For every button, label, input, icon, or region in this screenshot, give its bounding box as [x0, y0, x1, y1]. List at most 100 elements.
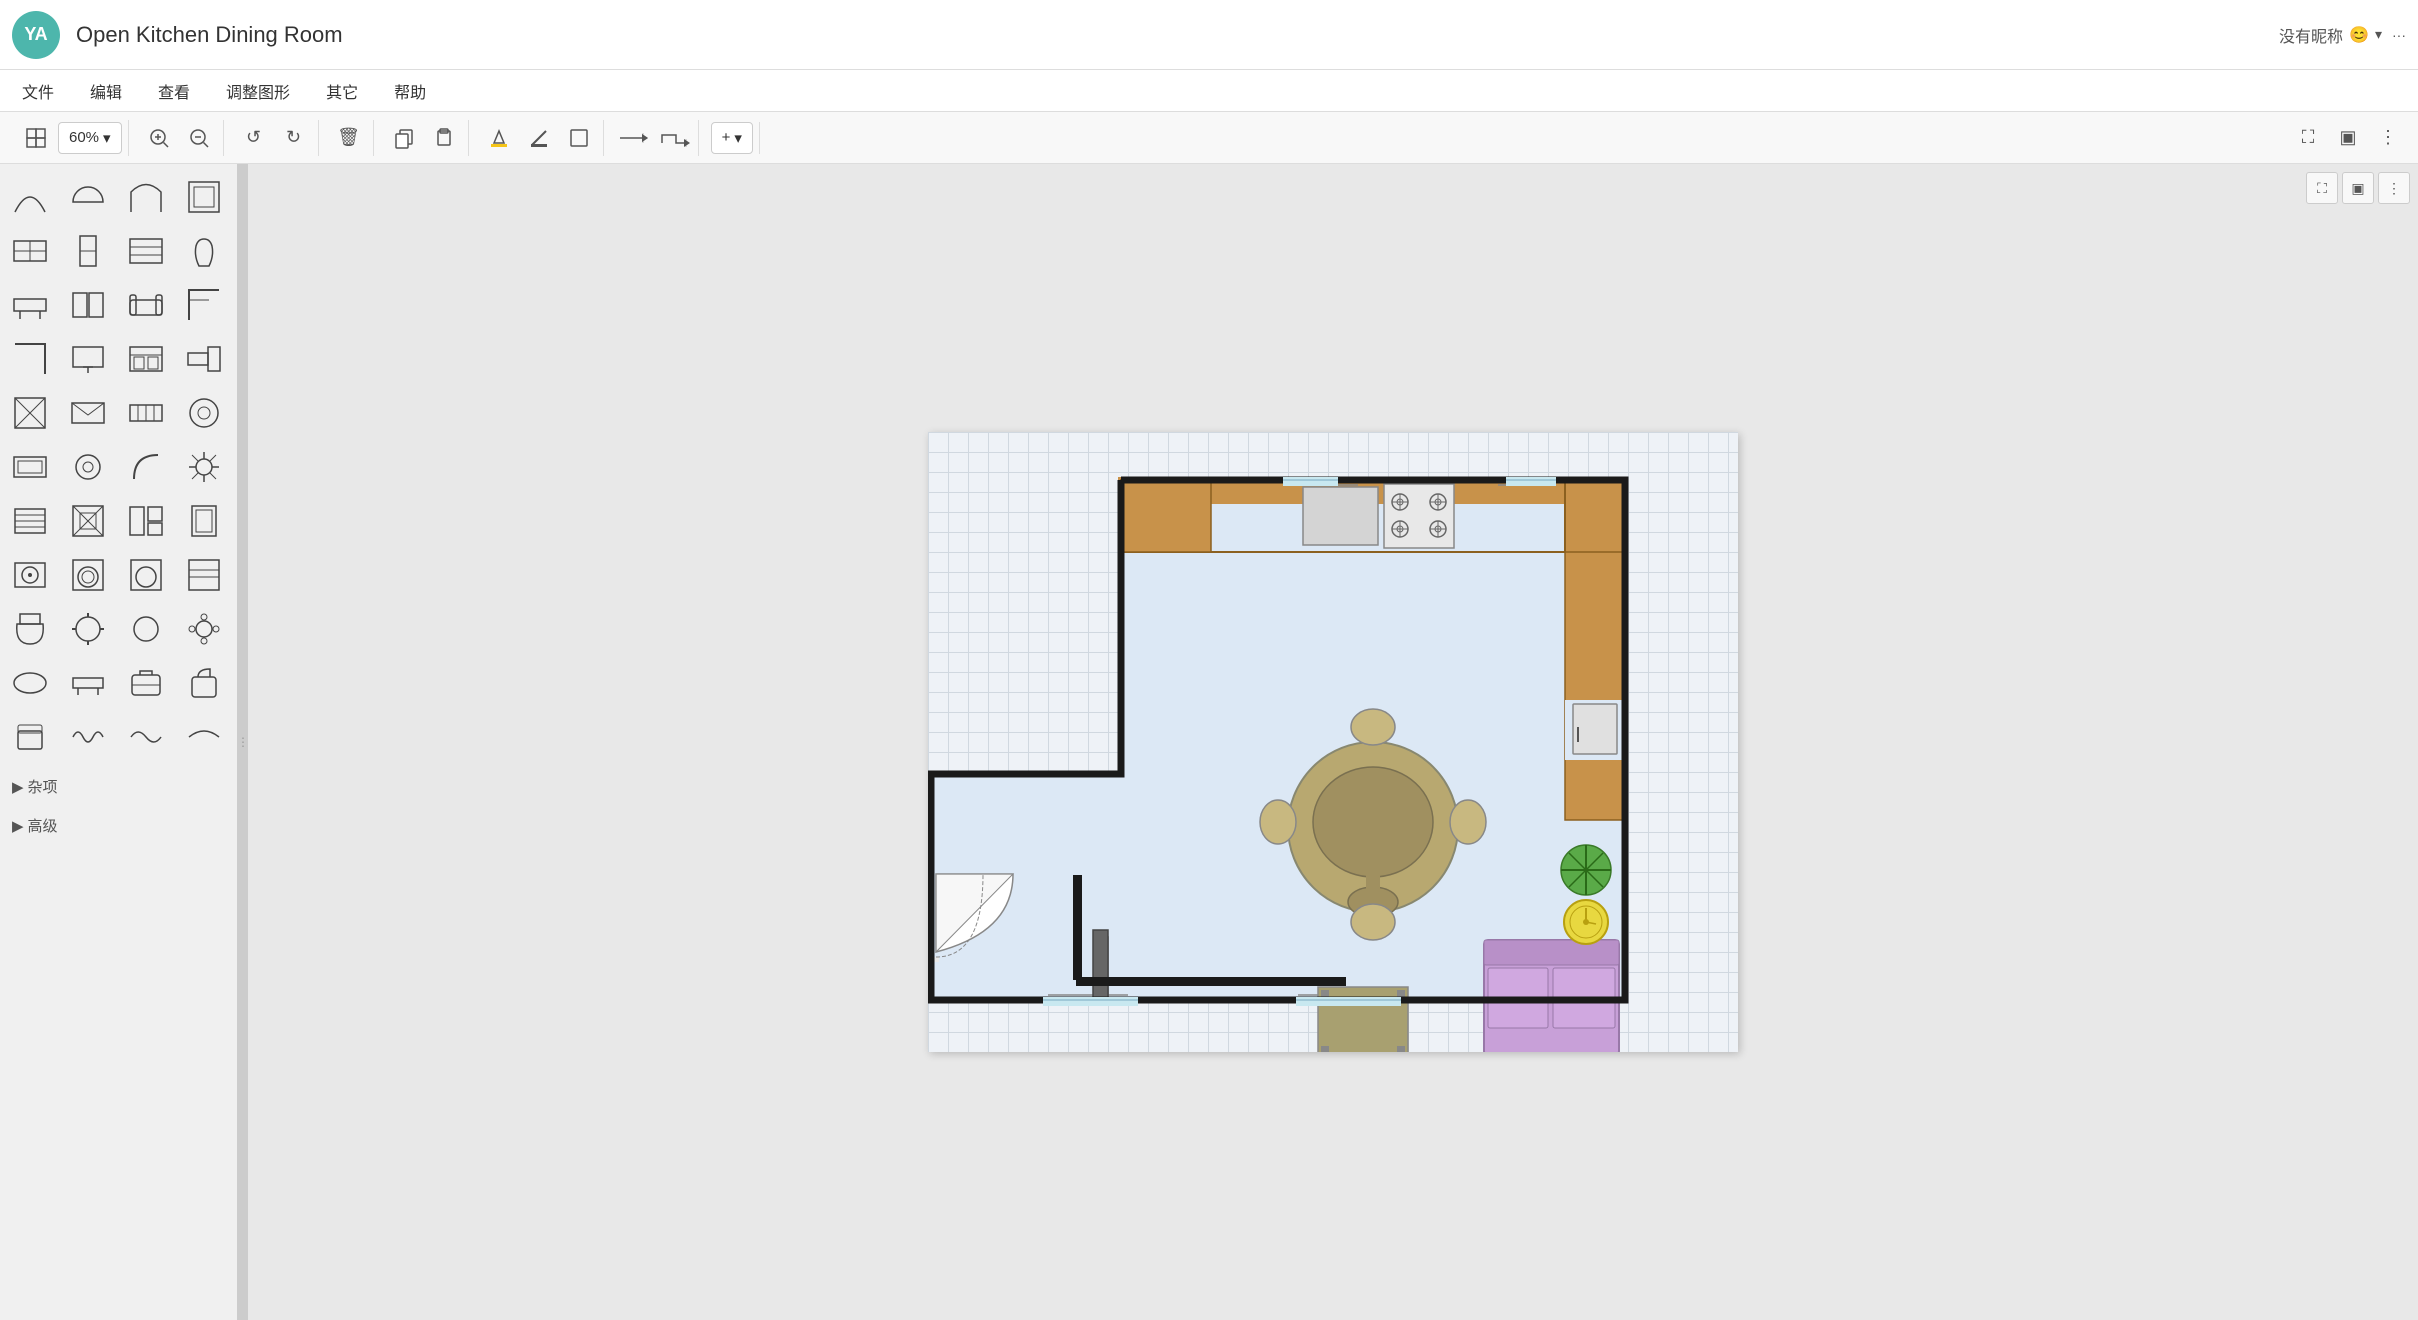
sidebar-grid	[4, 172, 233, 762]
user-area[interactable]: 没有昵称 😊 ▾ ···	[2279, 23, 2406, 47]
logo-text: YA	[24, 24, 47, 45]
sidebar-item-halfcircle[interactable]	[63, 172, 113, 222]
sidebar-item-dryer[interactable]	[121, 550, 171, 600]
copy-button[interactable]	[386, 120, 422, 156]
sidebar-item-chair1[interactable]	[63, 604, 113, 654]
sidebar-item-washer[interactable]	[63, 550, 113, 600]
canvas-fit-button[interactable]: ▣	[2342, 172, 2374, 204]
sidebar-item-foot[interactable]	[121, 442, 171, 492]
sidebar-item-lamp1[interactable]	[63, 442, 113, 492]
edit-group: ↺ ↻	[230, 120, 319, 156]
sidebar-item-cabinet3[interactable]	[63, 280, 113, 330]
sidebar-item-arch[interactable]	[121, 172, 171, 222]
delete-button[interactable]: 🗑	[331, 120, 367, 156]
fill-color-button[interactable]	[481, 120, 517, 156]
zoom-value: 60%	[69, 129, 99, 146]
advanced-label: 高级	[28, 815, 58, 836]
add-button[interactable]: + ▾	[711, 122, 753, 154]
canvas-more-button[interactable]: ⋮	[2378, 172, 2410, 204]
more-button[interactable]: ⋮	[2370, 120, 2406, 156]
sidebar-item-monitor[interactable]	[63, 334, 113, 384]
connection-group	[610, 120, 699, 156]
clipboard-group	[380, 120, 469, 156]
sidebar-item-ovaltable[interactable]	[5, 658, 55, 708]
canvas-area[interactable]: ⛶ ▣ ⋮	[248, 164, 2418, 1320]
sidebar-item-chain1[interactable]	[63, 712, 113, 762]
floor-plan-svg	[928, 432, 1738, 1052]
sidebar-item-sink[interactable]	[5, 550, 55, 600]
sidebar-item-chair2[interactable]	[5, 712, 55, 762]
sidebar-item-cabinet1[interactable]	[5, 226, 55, 276]
sidebar-item-cabinet4[interactable]	[121, 496, 171, 546]
sidebar-item-arc[interactable]	[5, 172, 55, 222]
floor-plan-canvas[interactable]	[928, 432, 1738, 1052]
sidebar-item-cabinet2[interactable]	[63, 226, 113, 276]
sidebar-item-chain3[interactable]	[179, 712, 229, 762]
sidebar-item-vase[interactable]	[179, 226, 229, 276]
undo-button[interactable]: ↺	[236, 120, 272, 156]
canvas-controls: ⛶ ▣ ⋮	[2290, 120, 2406, 156]
sidebar-item-mirror[interactable]	[179, 496, 229, 546]
menu-file[interactable]: 文件	[16, 75, 60, 107]
sidebar-item-tvstand[interactable]	[5, 280, 55, 330]
arrow-button[interactable]	[616, 120, 652, 156]
sidebar-item-chain2[interactable]	[121, 712, 171, 762]
user-label: 没有昵称	[2279, 23, 2343, 47]
sidebar-item-radiator[interactable]	[121, 388, 171, 438]
zoom-dropdown-icon: ▾	[103, 129, 111, 147]
user-dropdown-icon[interactable]: ▾	[2375, 26, 2382, 43]
view-toggle-button[interactable]	[18, 120, 54, 156]
sidebar-item-diningset[interactable]	[179, 604, 229, 654]
zoom-out-button[interactable]	[181, 120, 217, 156]
sidebar-item-circle[interactable]	[179, 388, 229, 438]
canvas-expand-button[interactable]: ⛶	[2306, 172, 2338, 204]
sidebar-item-bench[interactable]	[63, 658, 113, 708]
paste-button[interactable]	[426, 120, 462, 156]
sidebar-item-tank[interactable]	[5, 604, 55, 654]
menu-edit[interactable]: 编辑	[84, 75, 128, 107]
zoom-selector[interactable]: 60% ▾	[58, 122, 122, 154]
menu-bar: 文件 编辑 查看 调整图形 其它 帮助	[0, 70, 2418, 112]
sidebar-item-corner1[interactable]	[179, 280, 229, 330]
sidebar-item-appliance[interactable]	[63, 496, 113, 546]
sidebar-item-blinds[interactable]	[5, 496, 55, 546]
menu-other[interactable]: 其它	[320, 75, 364, 107]
sidebar-item-bag[interactable]	[179, 658, 229, 708]
canvas-top-right-controls: ⛶ ▣ ⋮	[2306, 172, 2410, 204]
sidebar-item-bed[interactable]	[121, 334, 171, 384]
sidebar-item-sofa1[interactable]	[121, 280, 171, 330]
sidebar-item-shelf[interactable]	[121, 226, 171, 276]
sidebar-item-tv2[interactable]	[5, 442, 55, 492]
sidebar-item-envelope[interactable]	[63, 388, 113, 438]
view-group: 60% ▾	[12, 120, 129, 156]
app-logo: YA	[12, 11, 60, 59]
delete-group: 🗑	[325, 120, 374, 156]
color-group	[475, 120, 604, 156]
fit-button[interactable]: ▣	[2330, 120, 2366, 156]
fullscreen-button[interactable]: ⛶	[2290, 120, 2326, 156]
zoom-in-button[interactable]	[141, 120, 177, 156]
sidebar-item-plant[interactable]	[179, 442, 229, 492]
advanced-expand-icon: ▶	[12, 817, 24, 835]
connector-button[interactable]	[656, 120, 692, 156]
add-dropdown-icon: ▾	[734, 129, 742, 147]
line-color-button[interactable]	[521, 120, 557, 156]
sidebar-item-suitcase[interactable]	[121, 658, 171, 708]
sidebar-section-misc[interactable]: ▶ 杂项	[4, 772, 233, 801]
sidebar-item-box[interactable]	[179, 172, 229, 222]
toolbar: 60% ▾ ↺ ↻ 🗑	[0, 112, 2418, 164]
menu-view[interactable]: 查看	[152, 75, 196, 107]
sidebar-item-frame[interactable]	[5, 388, 55, 438]
menu-adjust[interactable]: 调整图形	[220, 75, 296, 107]
menu-help[interactable]: 帮助	[388, 75, 432, 107]
sidebar-item-tableround[interactable]	[121, 604, 171, 654]
user-more-icon[interactable]: ···	[2392, 27, 2406, 43]
sidebar-item-shape3[interactable]	[179, 334, 229, 384]
sidebar-item-appliance2[interactable]	[179, 550, 229, 600]
sidebar-item-corner2[interactable]	[5, 334, 55, 384]
sidebar-section-advanced[interactable]: ▶ 高级	[4, 811, 233, 840]
shape-button[interactable]	[561, 120, 597, 156]
redo-button[interactable]: ↻	[276, 120, 312, 156]
sidebar-resize-handle[interactable]: ⋮	[238, 164, 248, 1320]
main-area: ▶ 杂项 ▶ 高级 ⋮	[0, 164, 2418, 1320]
